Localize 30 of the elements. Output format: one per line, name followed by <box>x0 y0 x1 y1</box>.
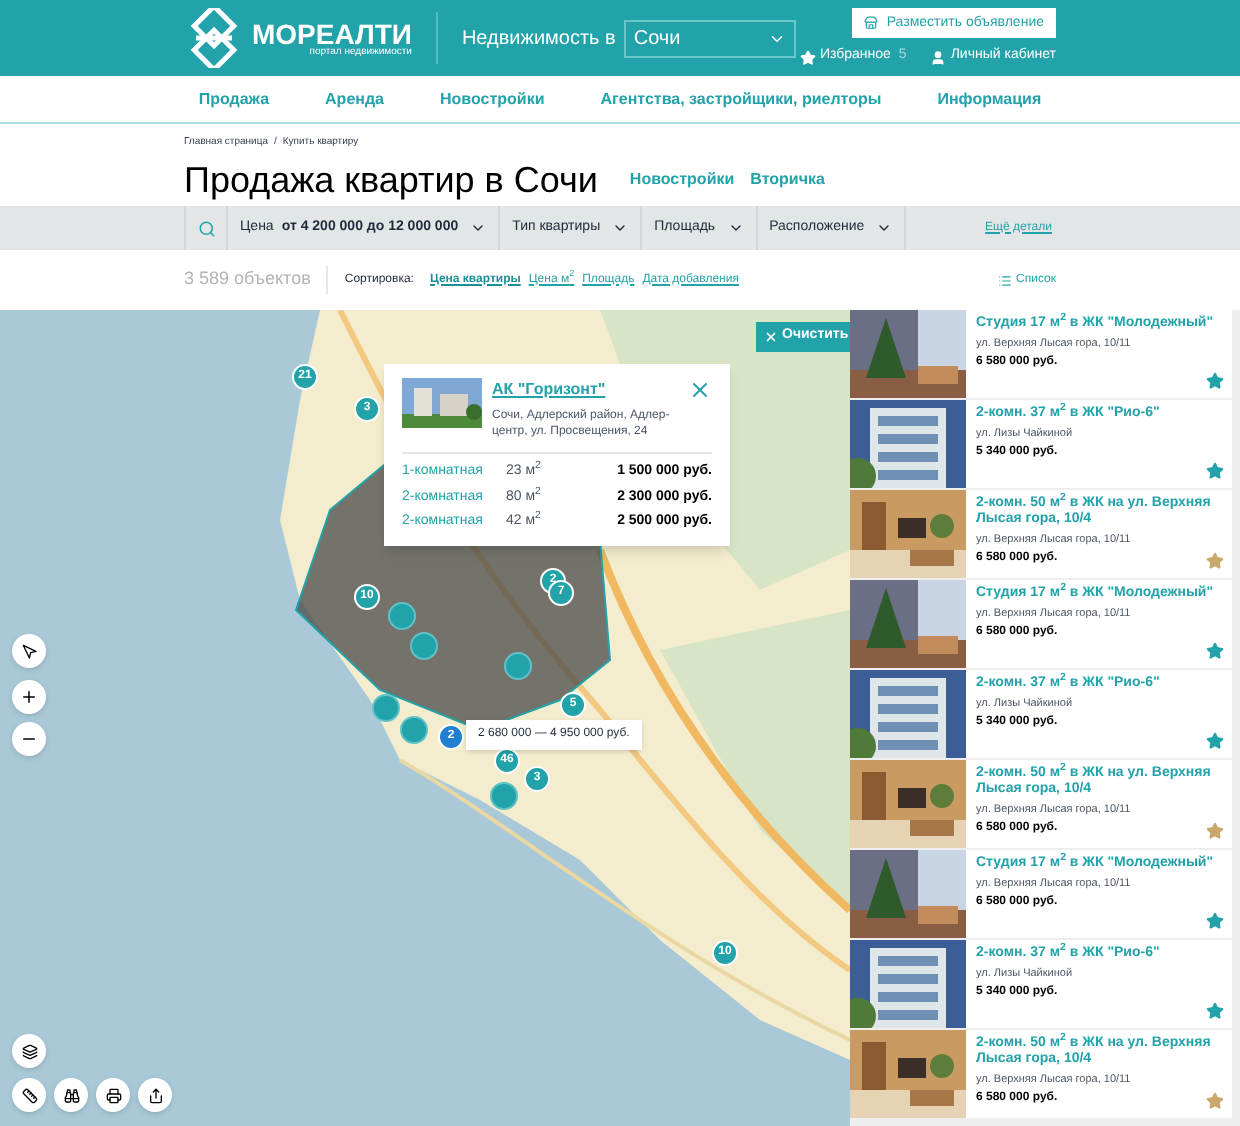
result-count: 3 589 объектов <box>184 266 329 294</box>
favorite-star-icon[interactable] <box>1206 822 1224 840</box>
favorite-star-icon[interactable] <box>1206 732 1224 750</box>
chevron-icon <box>470 220 487 236</box>
nav-link[interactable]: Агентства, застройщики, риелторы <box>600 87 882 111</box>
favorite-star-icon[interactable] <box>1206 552 1224 570</box>
favorite-star-icon[interactable] <box>1206 1092 1224 1110</box>
logo-text: МОРЕАЛТИ <box>252 19 412 47</box>
nav-link[interactable]: Аренда <box>325 87 385 111</box>
favorite-star-icon[interactable] <box>1206 642 1224 660</box>
nav-link[interactable]: Продажа <box>198 87 270 111</box>
favorite-star-icon[interactable] <box>1206 372 1224 390</box>
chevron-icon <box>727 220 744 236</box>
city-label: Недвижимость в <box>461 25 616 53</box>
city-select[interactable]: Сочи <box>623 19 796 57</box>
chevron-icon <box>612 220 629 236</box>
shop-icon <box>864 16 879 31</box>
favorite-star-icon[interactable] <box>1206 462 1224 480</box>
search-icon[interactable] <box>197 219 215 237</box>
category-link[interactable]: Новостройки <box>629 168 735 192</box>
favorite-star-icon[interactable] <box>1206 912 1224 930</box>
user-icon <box>930 49 947 65</box>
list-icon <box>998 273 1013 287</box>
chevron-icon <box>876 220 893 236</box>
category-link[interactable]: Вторичка <box>750 168 825 192</box>
nav-link[interactable]: Новостройки <box>440 87 545 111</box>
favorite-star-icon[interactable] <box>1206 1002 1224 1020</box>
page-title: Продажа квартир в Сочи <box>184 157 598 204</box>
star-icon <box>799 49 816 65</box>
nav-link[interactable]: Информация <box>937 87 1042 111</box>
